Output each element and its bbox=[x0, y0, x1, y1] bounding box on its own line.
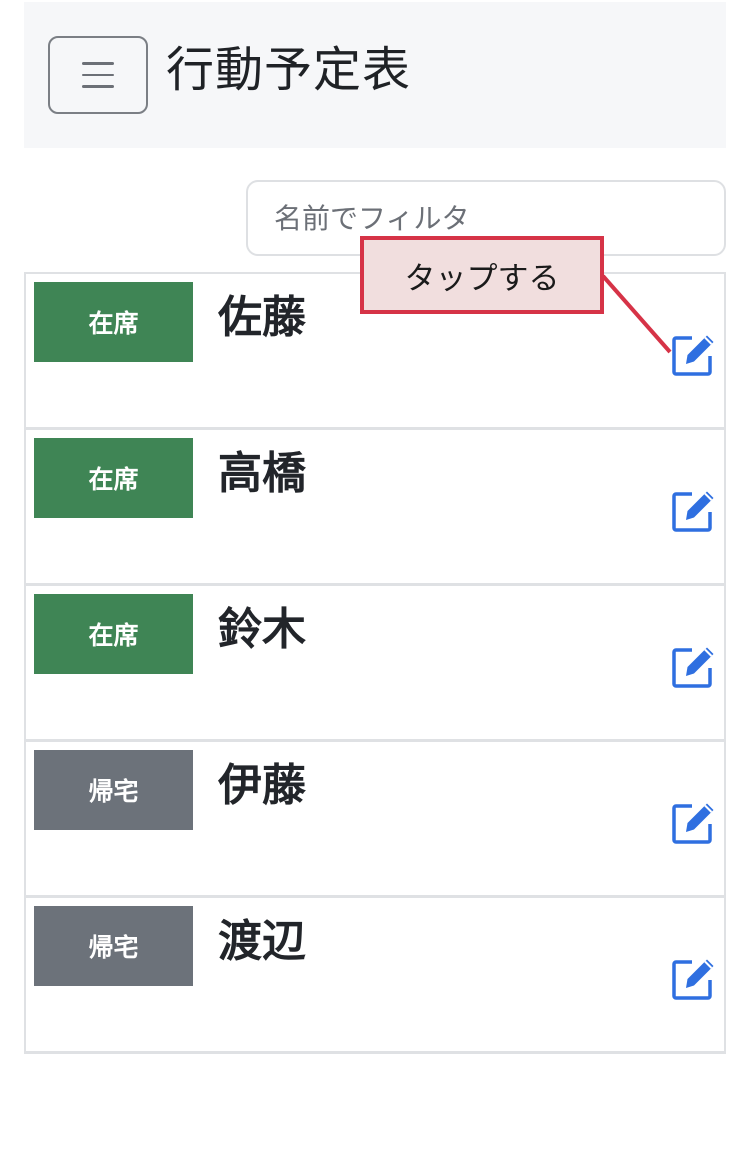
list-item: 帰宅 伊藤 bbox=[26, 742, 724, 898]
edit-icon bbox=[672, 959, 714, 1000]
list-item: 在席 高橋 bbox=[26, 430, 724, 586]
edit-icon bbox=[672, 803, 714, 844]
status-badge: 帰宅 bbox=[34, 750, 193, 830]
page: 行動予定表 在席 佐藤 在席 高橋 在席 鈴木 帰宅 伊藤 帰宅 渡辺 bbox=[0, 0, 750, 1152]
edit-button[interactable] bbox=[670, 954, 718, 1002]
menu-button[interactable] bbox=[48, 36, 148, 114]
edit-icon bbox=[672, 335, 714, 376]
list-item: 在席 鈴木 bbox=[26, 586, 724, 742]
person-name: 鈴木 bbox=[218, 604, 306, 655]
status-badge: 在席 bbox=[34, 282, 193, 362]
list-item: 帰宅 渡辺 bbox=[26, 898, 724, 1054]
page-title: 行動予定表 bbox=[166, 42, 412, 98]
edit-button[interactable] bbox=[670, 486, 718, 534]
member-list: 在席 佐藤 在席 高橋 在席 鈴木 帰宅 伊藤 帰宅 渡辺 bbox=[24, 272, 726, 1054]
header-bar: 行動予定表 bbox=[24, 2, 726, 148]
person-name: 伊藤 bbox=[218, 760, 306, 811]
edit-icon bbox=[672, 647, 714, 688]
hamburger-menu-icon bbox=[82, 62, 114, 88]
status-badge: 在席 bbox=[34, 594, 193, 674]
edit-button[interactable] bbox=[670, 642, 718, 690]
edit-button[interactable] bbox=[670, 330, 718, 378]
person-name: 高橋 bbox=[218, 448, 306, 499]
edit-icon bbox=[672, 491, 714, 532]
status-badge: 帰宅 bbox=[34, 906, 193, 986]
status-badge: 在席 bbox=[34, 438, 193, 518]
edit-button[interactable] bbox=[670, 798, 718, 846]
person-name: 渡辺 bbox=[218, 916, 306, 967]
tap-annotation-callout: タップする bbox=[360, 236, 604, 314]
person-name: 佐藤 bbox=[218, 292, 306, 343]
